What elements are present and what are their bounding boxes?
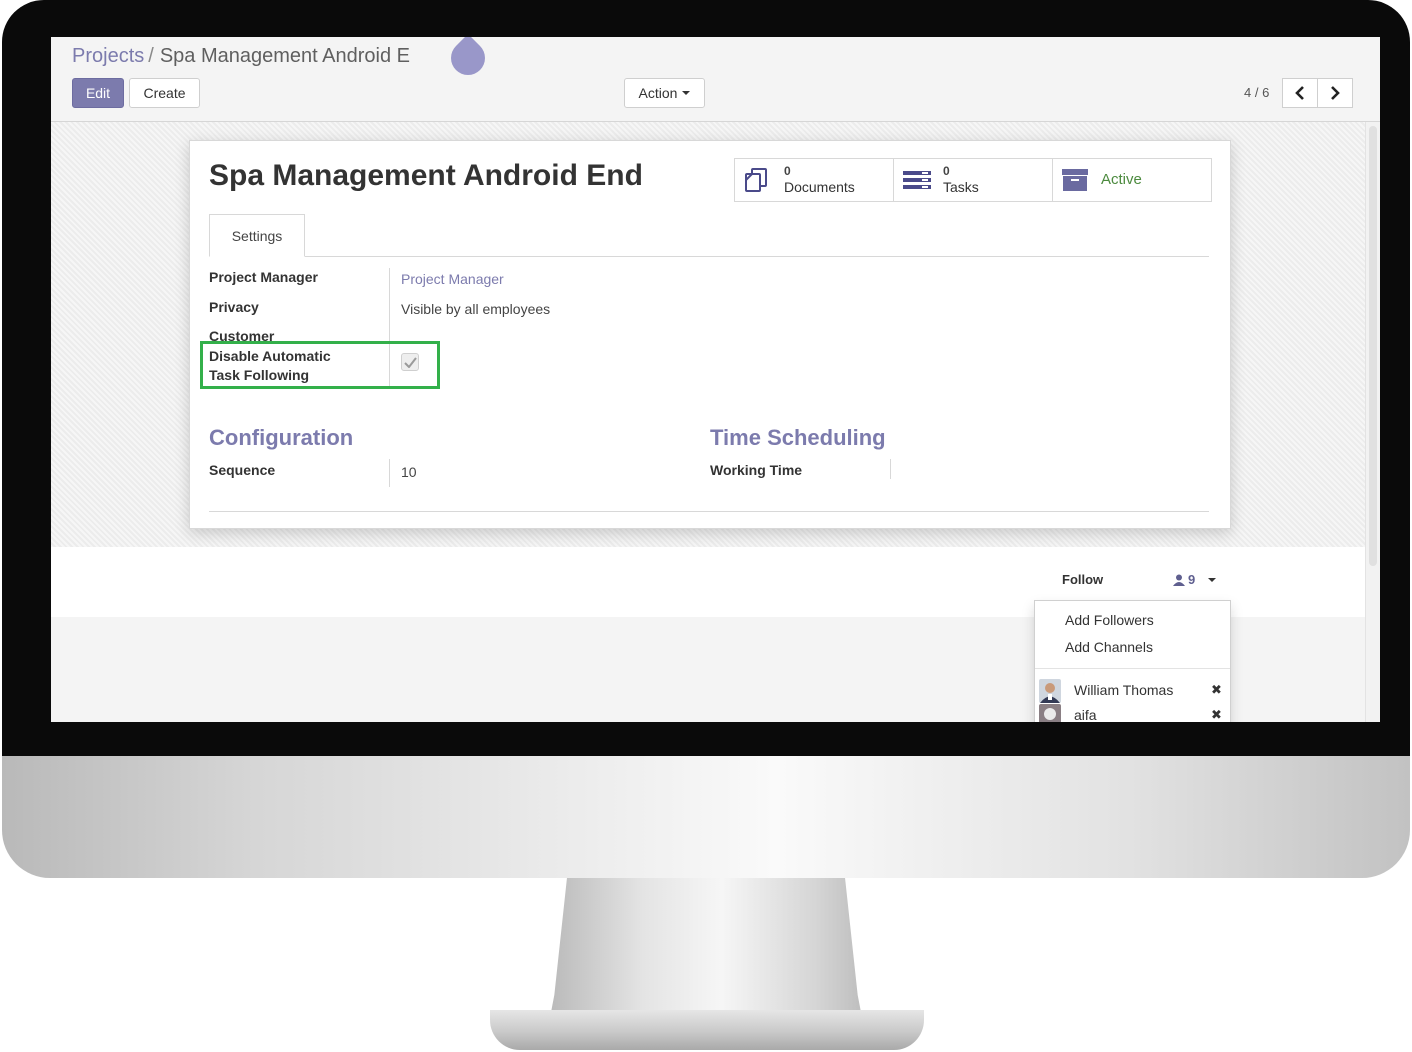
archive-icon bbox=[1062, 169, 1088, 191]
smart-button-box: 0 Documents 0 Tasks Active bbox=[734, 158, 1212, 202]
edit-button[interactable]: Edit bbox=[72, 78, 124, 108]
followers-dropdown-toggle[interactable]: 9 bbox=[1173, 572, 1217, 587]
screen: Projects / Spa Management Android E Edit C… bbox=[51, 37, 1380, 722]
follow-button[interactable]: Follow bbox=[1062, 572, 1103, 587]
notebook-tabs: Settings bbox=[209, 214, 1209, 257]
privacy-label: Privacy bbox=[209, 299, 259, 315]
cursor-marker bbox=[443, 37, 493, 83]
disable-task-following-checkbox[interactable] bbox=[401, 353, 419, 371]
caret-down-icon bbox=[1208, 577, 1217, 582]
project-manager-label: Project Manager bbox=[209, 269, 318, 285]
sequence-value: 10 bbox=[401, 464, 417, 480]
monitor-stand-neck bbox=[548, 878, 864, 1028]
follower-item[interactable]: William Thomas ✖ bbox=[1035, 679, 1230, 703]
action-label: Action bbox=[638, 85, 678, 101]
action-dropdown-button[interactable]: Action bbox=[624, 78, 705, 108]
time-scheduling-section-title: Time Scheduling bbox=[710, 425, 886, 450]
follower-item[interactable]: aifa ✖ bbox=[1035, 704, 1230, 722]
breadcrumb-current: Spa Management Android E bbox=[159, 45, 410, 67]
avatar bbox=[1039, 704, 1061, 722]
documents-icon bbox=[745, 168, 767, 192]
active-label: Active bbox=[1101, 171, 1142, 188]
sequence-label: Sequence bbox=[209, 462, 276, 478]
tab-settings[interactable]: Settings bbox=[209, 214, 305, 257]
avatar-photo-icon bbox=[1039, 679, 1061, 703]
caret-down-icon bbox=[682, 91, 691, 95]
close-icon[interactable]: ✖ bbox=[1211, 707, 1222, 722]
avatar bbox=[1039, 679, 1061, 703]
documents-label: Documents bbox=[784, 179, 855, 195]
control-panel: Projects / Spa Management Android E Edit C… bbox=[51, 37, 1380, 122]
working-time-label: Working Time bbox=[710, 462, 803, 478]
sequence-divider bbox=[389, 459, 390, 487]
documents-count: 0 bbox=[784, 164, 791, 178]
add-channels-menu-item[interactable]: Add Channels bbox=[1065, 639, 1153, 655]
breadcrumb-projects-link[interactable]: Projects bbox=[72, 45, 144, 67]
tasks-button[interactable]: 0 Tasks bbox=[894, 159, 1053, 201]
active-toggle-button[interactable]: Active bbox=[1053, 159, 1211, 201]
privacy-value: Visible by all employees bbox=[401, 301, 551, 317]
form-sheet: Spa Management Android End 0 Documents 0… bbox=[189, 140, 1231, 529]
close-icon[interactable]: ✖ bbox=[1211, 682, 1222, 698]
check-icon bbox=[403, 356, 417, 368]
record-title: Spa Management Android End bbox=[209, 159, 643, 192]
user-icon bbox=[1173, 574, 1185, 586]
pager-value[interactable]: 4 / 6 bbox=[1244, 85, 1269, 100]
documents-button[interactable]: 0 Documents bbox=[735, 159, 894, 201]
pager-next-button[interactable] bbox=[1317, 78, 1353, 108]
add-followers-menu-item[interactable]: Add Followers bbox=[1065, 612, 1154, 628]
tasks-stat: 0 Tasks bbox=[943, 163, 979, 195]
breadcrumb-separator: / bbox=[148, 45, 154, 67]
scrollbar[interactable] bbox=[1365, 122, 1380, 722]
scrollbar-thumb[interactable] bbox=[1369, 126, 1377, 566]
followers-count: 9 bbox=[1188, 572, 1196, 587]
working-time-divider bbox=[890, 459, 891, 479]
monitor-stand-base bbox=[490, 1010, 924, 1050]
follower-name: aifa bbox=[1074, 707, 1097, 722]
sheet-bottom-rule bbox=[209, 511, 1209, 512]
tasks-count: 0 bbox=[943, 164, 950, 178]
monitor-chin bbox=[2, 756, 1410, 878]
chevron-left-icon bbox=[1295, 86, 1304, 100]
avatar-placeholder-icon bbox=[1039, 704, 1061, 722]
follower-name: William Thomas bbox=[1074, 682, 1174, 698]
pager-previous-button[interactable] bbox=[1282, 78, 1318, 108]
configuration-section-title: Configuration bbox=[209, 425, 354, 450]
dropdown-divider bbox=[1035, 668, 1230, 669]
documents-stat: 0 Documents bbox=[784, 163, 855, 195]
breadcrumb: Projects / Spa Management Android E bbox=[72, 45, 410, 68]
tasks-label: Tasks bbox=[943, 179, 979, 195]
project-manager-value[interactable]: Project Manager bbox=[401, 271, 504, 287]
followers-dropdown-menu: Add Followers Add Channels William Thoma… bbox=[1034, 600, 1231, 722]
create-button[interactable]: Create bbox=[129, 78, 200, 108]
chevron-right-icon bbox=[1331, 86, 1340, 100]
tasks-icon bbox=[903, 171, 931, 189]
